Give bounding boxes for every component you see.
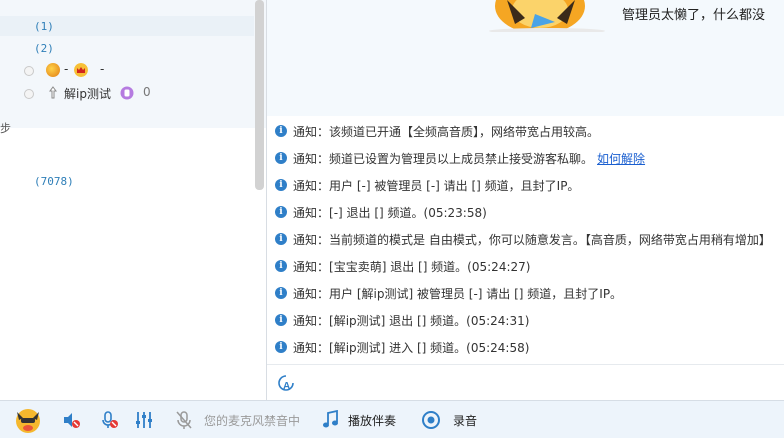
info-icon: i — [275, 287, 287, 299]
info-icon: i — [275, 341, 287, 353]
status-dot — [24, 66, 34, 76]
info-icon: i — [275, 233, 287, 245]
user-level-icon — [46, 63, 60, 77]
group-label: (2) — [34, 42, 54, 55]
group-label: (7078) — [34, 175, 74, 188]
message-text: 频道已设置为管理员以上成员禁止接受游客私聊。 — [329, 151, 594, 166]
bottom-toolbar: 您的麦克风禁音中 播放伴奏 录音 — [0, 400, 784, 438]
message-prefix: 通知： — [293, 313, 330, 328]
info-icon: i — [275, 260, 287, 272]
info-icon: i — [275, 152, 287, 164]
channel-member-panel: (1) (2) - - 解ip测试 0 步 (7078) — [0, 0, 266, 400]
mascot-image — [489, 0, 605, 32]
system-message: i 通知： [-] 退出 [] 频道。(05:23:58) — [275, 202, 487, 222]
member-name: 解ip测试 — [64, 87, 111, 101]
message-text: 当前频道的模式是 自由模式，你可以随意发言。【高音质，网络带宽占用稍有增加】 — [329, 232, 771, 247]
system-message: i 通知： 频道已设置为管理员以上成员禁止接受游客私聊。 如何解除 — [275, 148, 645, 168]
mic-status-label: 您的麦克风禁音中 — [204, 414, 301, 428]
admin-announcement: 管理员太懒了，什么都没 — [622, 8, 766, 23]
message-text: [解ip测试] 退出 [] 频道。(05:24:31) — [329, 313, 530, 328]
vip-badge-icon — [120, 86, 134, 100]
guest-icon — [49, 86, 57, 99]
message-prefix: 通知： — [293, 151, 330, 166]
system-message: i 通知： 用户 [-] 被管理员 [-] 请出 [] 频道，且封了IP。 — [275, 175, 579, 195]
mic-disabled-icon — [176, 411, 192, 429]
left-edge-text: 步 — [0, 122, 11, 135]
group-row-2[interactable]: (2) — [0, 38, 254, 58]
message-text: [-] 退出 [] 频道。(05:23:58) — [329, 205, 487, 220]
font-style-icon[interactable]: A — [277, 374, 295, 392]
chat-input-area[interactable]: A — [267, 364, 784, 401]
message-text: [宝宝卖萌] 退出 [] 频道。(05:24:27) — [329, 259, 531, 274]
svg-text:A: A — [283, 381, 290, 392]
music-note-icon[interactable] — [322, 410, 340, 430]
message-prefix: 通知： — [293, 340, 330, 355]
message-prefix: 通知： — [293, 178, 330, 193]
record-button[interactable]: 录音 — [453, 412, 477, 429]
member-suffix: - — [100, 62, 105, 76]
group-label: (1) — [34, 20, 54, 33]
info-icon: i — [275, 206, 287, 218]
message-text: 用户 [解ip测试] 被管理员 [-] 请出 [] 频道，且封了IP。 — [329, 286, 623, 301]
play-accompaniment-button[interactable]: 播放伴奏 — [348, 412, 396, 429]
member-suffix: 0 — [143, 85, 151, 99]
crown-icon — [74, 63, 88, 77]
mascot-avatar-icon[interactable] — [14, 406, 42, 434]
member-row[interactable]: 解ip测试 0 — [0, 83, 254, 103]
message-log: i 通知： 该频道已开通【全频高音质】，网络带宽占用较高。 i 通知： 频道已设… — [267, 116, 784, 364]
message-prefix: 通知： — [293, 259, 330, 274]
group-row-1[interactable]: (1) — [0, 16, 254, 36]
system-message: i 通知： 该频道已开通【全频高音质】，网络带宽占用较高。 — [275, 121, 599, 141]
member-name: - — [64, 62, 69, 76]
message-prefix: 通知： — [293, 124, 330, 139]
status-dot — [24, 89, 34, 99]
record-icon[interactable] — [421, 410, 441, 430]
message-text: 该频道已开通【全频高音质】，网络带宽占用较高。 — [329, 124, 600, 139]
member-list-scrollbar[interactable] — [255, 0, 264, 190]
info-icon: i — [275, 125, 287, 137]
speaker-muted-icon[interactable] — [61, 410, 81, 430]
message-text: [解ip测试] 进入 [] 频道。(05:24:58) — [329, 340, 530, 355]
info-icon: i — [275, 179, 287, 191]
message-prefix: 通知： — [293, 232, 330, 247]
how-to-unlock-link[interactable]: 如何解除 — [597, 150, 645, 167]
group-row-3[interactable]: (7078) — [0, 171, 254, 191]
system-message: i 通知： 用户 [解ip测试] 被管理员 [-] 请出 [] 频道，且封了IP… — [275, 283, 622, 303]
message-prefix: 通知： — [293, 205, 330, 220]
member-row[interactable]: - - — [0, 60, 254, 80]
message-prefix: 通知： — [293, 286, 330, 301]
system-message: i 通知： [解ip测试] 退出 [] 频道。(05:24:31) — [275, 310, 529, 330]
equalizer-icon[interactable] — [134, 410, 154, 430]
microphone-muted-icon[interactable] — [99, 410, 119, 430]
system-message: i 通知： [宝宝卖萌] 退出 [] 频道。(05:24:27) — [275, 256, 530, 276]
system-message: i 通知： [解ip测试] 进入 [] 频道。(05:24:58) — [275, 337, 529, 357]
message-text: 用户 [-] 被管理员 [-] 请出 [] 频道，且封了IP。 — [329, 178, 580, 193]
info-icon: i — [275, 314, 287, 326]
system-message: i 通知： 当前频道的模式是 自由模式，你可以随意发言。【高音质，网络带宽占用稍… — [275, 229, 771, 249]
